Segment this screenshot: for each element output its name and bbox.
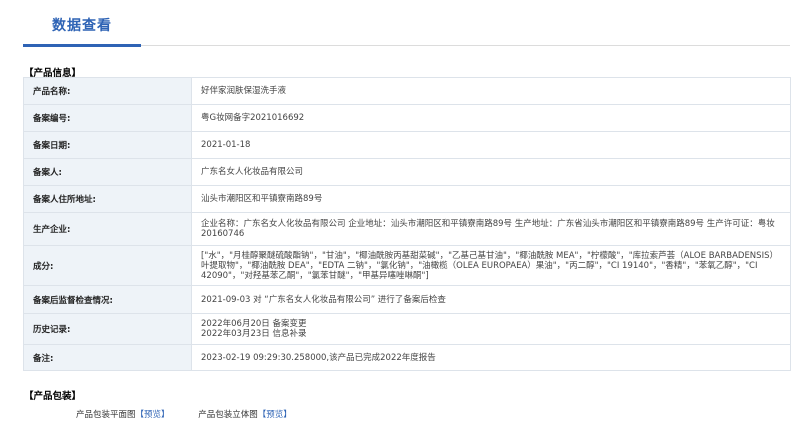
row-key: 成分: <box>23 245 192 286</box>
row-key: 历史记录: <box>23 313 192 345</box>
row-key: 备案日期: <box>23 131 192 159</box>
row-key: 备注: <box>23 344 192 371</box>
row-key: 生产企业: <box>23 212 192 246</box>
stereo-image-preview-link[interactable]: 【预览】 <box>258 410 292 420</box>
table-row: 备注: 2023-02-19 09:29:30.258000,该产品已完成202… <box>23 344 791 371</box>
table-row: 备案后监督检查情况: 2021-09-03 对 “广东名女人化妆品有限公司” 进… <box>23 285 791 314</box>
row-value: 2022年06月20日 备案变更 2022年03月23日 信息补录 <box>191 313 791 345</box>
row-value: 汕头市潮阳区和平镇寮南路89号 <box>191 185 791 213</box>
table-row: 备案人住所地址: 汕头市潮阳区和平镇寮南路89号 <box>23 185 791 213</box>
tab-active-indicator <box>23 44 141 47</box>
row-value: ["水"，"月桂醇聚醚硫酸酯钠"，"甘油"，"椰油酰胺丙基甜菜碱"，"乙基己基甘… <box>191 245 791 286</box>
row-key: 产品名称: <box>23 77 192 105</box>
row-value: 好伴家润肤保湿洗手液 <box>191 77 791 105</box>
table-row: 备案编号: 粤G妆网备字2021016692 <box>23 104 791 132</box>
row-value: 2021-09-03 对 “广东名女人化妆品有限公司” 进行了备案后检查 <box>191 285 791 314</box>
row-value: 2021-01-18 <box>191 131 791 159</box>
tab-data-view[interactable]: 数据查看 <box>23 0 141 47</box>
row-value: 企业名称：广东名女人化妆品有限公司 企业地址：汕头市潮阳区和平镇寮南路89号 生… <box>191 212 791 246</box>
flat-image-label: 产品包装平面图 <box>76 410 136 420</box>
row-key: 备案后监督检查情况: <box>23 285 192 314</box>
row-value: 粤G妆网备字2021016692 <box>191 104 791 132</box>
table-row: 备案人: 广东名女人化妆品有限公司 <box>23 158 791 186</box>
table-row: 产品名称: 好伴家润肤保湿洗手液 <box>23 77 791 105</box>
tab-data-view-label: 数据查看 <box>52 18 112 34</box>
row-key: 备案编号: <box>23 104 192 132</box>
row-value: 广东名女人化妆品有限公司 <box>191 158 791 186</box>
product-info-table: 产品名称: 好伴家润肤保湿洗手液 备案编号: 粤G妆网备字2021016692 … <box>23 77 791 371</box>
row-key: 备案人住所地址: <box>23 185 192 213</box>
table-row: 生产企业: 企业名称：广东名女人化妆品有限公司 企业地址：汕头市潮阳区和平镇寮南… <box>23 212 791 246</box>
table-row: 历史记录: 2022年06月20日 备案变更 2022年03月23日 信息补录 <box>23 313 791 345</box>
tab-bar: 数据查看 <box>0 0 800 47</box>
stereo-image-label: 产品包装立体图 <box>198 410 258 420</box>
packaging-links: 产品包装平面图【预览】 产品包装立体图【预览】 <box>76 408 292 420</box>
row-key: 备案人: <box>23 158 192 186</box>
row-value: 2023-02-19 09:29:30.258000,该产品已完成2022年度报… <box>191 344 791 371</box>
packaging-title: 【产品包装】 <box>24 391 82 402</box>
table-row: 备案日期: 2021-01-18 <box>23 131 791 159</box>
flat-image-preview-link[interactable]: 【预览】 <box>136 410 170 420</box>
table-row: 成分: ["水"，"月桂醇聚醚硫酸酯钠"，"甘油"，"椰油酰胺丙基甜菜碱"，"乙… <box>23 245 791 286</box>
